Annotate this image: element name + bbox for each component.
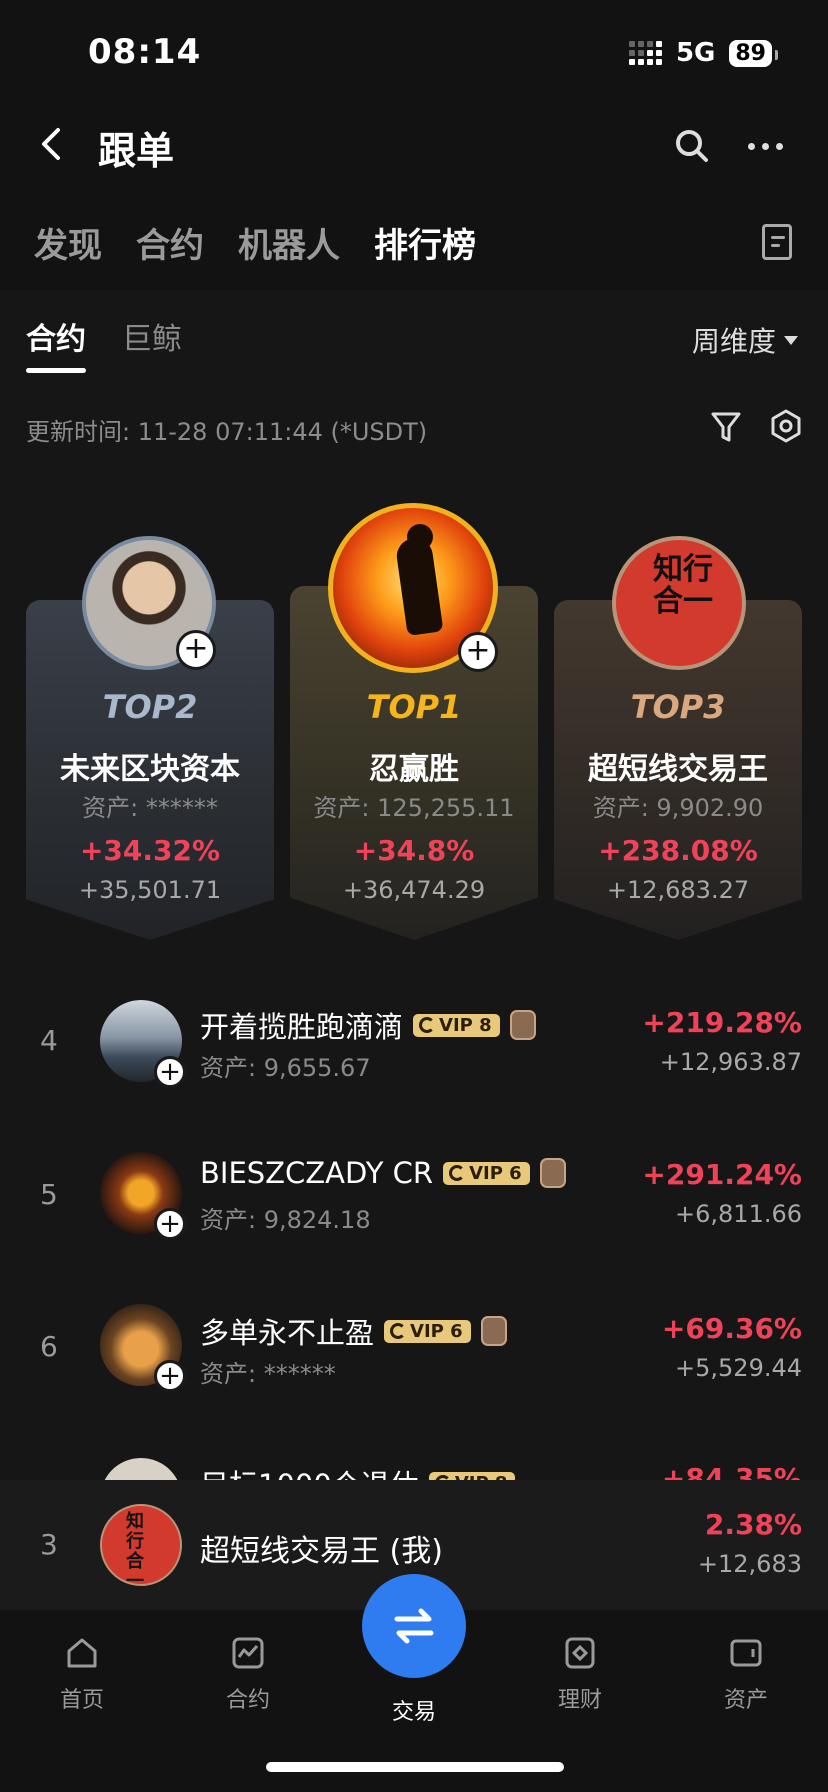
document-icon[interactable] — [762, 224, 792, 260]
top3-asset: 资产: 9,902.90 — [592, 794, 764, 822]
nav-finance[interactable]: 理财 — [520, 1636, 640, 1714]
vip-label: VIP 6 — [410, 1320, 463, 1342]
nav-label: 理财 — [557, 1688, 602, 1713]
top2-asset: 资产: ****** — [82, 794, 218, 822]
vip-badge: VIP 6 — [443, 1161, 530, 1185]
row-name: BIESZCZADY CR VIP 6 — [200, 1156, 566, 1190]
trade-button[interactable] — [362, 1574, 466, 1678]
period-label: 周维度 — [691, 325, 776, 358]
battery-icon: 89 — [729, 39, 778, 67]
my-rank: 3 — [40, 1528, 58, 1561]
seal-text: 知行合一 — [653, 552, 713, 619]
top2-label: TOP2 — [102, 688, 198, 726]
top1-name: 忍赢胜 — [369, 752, 459, 787]
row-pnl-amt: +5,529.44 — [675, 1354, 802, 1382]
tab-robot[interactable]: 机器人 — [238, 218, 340, 267]
search-icon[interactable] — [674, 128, 710, 164]
follow-plus-icon[interactable]: + — [154, 1360, 186, 1392]
nav-contract[interactable]: 合约 — [188, 1636, 308, 1714]
assets-icon — [730, 1639, 762, 1667]
row-name: 多单永不止盈 VIP 6 — [200, 1310, 507, 1352]
vip-badge: VIP 8 — [413, 1013, 500, 1037]
shield-badge-icon — [480, 1316, 507, 1346]
vip-badge: VIP 6 — [384, 1319, 471, 1343]
top1-pnl-amt: +36,474.29 — [342, 876, 486, 904]
nav-trade-label[interactable]: 交易 — [354, 1694, 474, 1726]
settings-icon[interactable] — [768, 408, 804, 444]
my-avatar[interactable]: 知行合一 — [100, 1504, 182, 1586]
vip-icon — [449, 1165, 466, 1181]
row-asset: 资产: 9,655.67 — [200, 1054, 371, 1082]
row-rank: 5 — [40, 1178, 58, 1211]
caret-down-icon — [784, 335, 798, 345]
row-pnl-pct: +291.24% — [642, 1158, 802, 1191]
top3-name: 超短线交易王 — [588, 752, 768, 787]
nav-label: 合约 — [225, 1688, 270, 1713]
top1-asset: 资产: 125,255.11 — [313, 794, 515, 822]
network-label: 5G — [675, 38, 716, 68]
back-icon[interactable] — [36, 124, 66, 164]
tab-contract[interactable]: 合约 — [136, 218, 204, 267]
subtab-contract[interactable]: 合约 — [26, 314, 86, 358]
top3-pnl-amt: +12,683.27 — [606, 876, 750, 904]
top1-label: TOP1 — [366, 688, 462, 726]
status-time: 08:14 — [88, 32, 202, 72]
vip-label: VIP 6 — [469, 1162, 522, 1184]
row-pnl-amt: +12,963.87 — [659, 1048, 802, 1076]
top2-name: 未来区块资本 — [60, 752, 240, 787]
page-title: 跟单 — [98, 129, 175, 173]
subtab-whale[interactable]: 巨鲸 — [122, 314, 182, 358]
row-pnl-amt: +6,811.66 — [675, 1200, 802, 1228]
subtab-underline — [26, 368, 86, 373]
row-asset: 资产: ****** — [200, 1360, 336, 1388]
nav-label: 资产 — [723, 1688, 768, 1713]
follow-plus-icon[interactable]: + — [154, 1056, 186, 1088]
follow-plus-icon[interactable]: + — [458, 632, 498, 672]
swap-icon — [394, 1608, 434, 1644]
my-pnl-amt: +12,683 — [697, 1550, 802, 1578]
my-pnl-pct: 2.38% — [704, 1508, 802, 1541]
status-indicators: 5G 89 — [628, 38, 778, 68]
trader-name: 多单永不止盈 — [200, 1316, 375, 1350]
period-dropdown[interactable]: 周维度 — [692, 320, 798, 360]
row-rank: 4 — [40, 1024, 58, 1057]
sub-tabs: 合约 巨鲸 — [26, 314, 182, 358]
row-asset: 资产: 9,824.18 — [200, 1206, 371, 1234]
avatar-top3[interactable]: 知行合一 — [612, 536, 746, 670]
vip-label: VIP 8 — [439, 1014, 492, 1036]
nav-label: 首页 — [59, 1688, 104, 1713]
my-name: 超短线交易王 (我) — [200, 1534, 443, 1569]
row-rank: 6 — [40, 1330, 58, 1363]
wallet-diamond-icon — [565, 1637, 595, 1669]
signal-icon — [628, 41, 662, 65]
top3-label: TOP3 — [630, 688, 726, 726]
home-icon — [67, 1638, 97, 1668]
follow-plus-icon[interactable]: + — [176, 630, 216, 670]
row-name: 开着揽胜跑滴滴 VIP 8 — [200, 1004, 536, 1046]
top-tabs: 发现 合约 机器人 排行榜 — [34, 218, 476, 267]
trader-name: BIESZCZADY CR — [200, 1156, 434, 1190]
vip-icon — [390, 1323, 407, 1339]
chart-icon — [232, 1637, 264, 1669]
follow-plus-icon[interactable]: + — [154, 1208, 186, 1240]
tab-discover[interactable]: 发现 — [34, 218, 102, 267]
update-time: 更新时间: 11-28 07:11:44 (*USDT) — [26, 418, 428, 446]
top3-pnl-pct: +238.08% — [598, 834, 758, 867]
filter-icon[interactable] — [710, 410, 742, 444]
my-seal-text: 知行合一 — [126, 1511, 144, 1586]
shield-badge-icon — [539, 1158, 566, 1188]
top1-pnl-pct: +34.8% — [353, 834, 475, 867]
nav-home[interactable]: 首页 — [22, 1636, 142, 1714]
trader-name: 开着揽胜跑滴滴 — [200, 1010, 404, 1044]
top2-pnl-pct: +34.32% — [79, 834, 221, 867]
tab-leaderboard[interactable]: 排行榜 — [374, 218, 476, 267]
row-pnl-pct: +69.36% — [661, 1312, 802, 1345]
top2-pnl-amt: +35,501.71 — [78, 876, 222, 904]
nav-assets[interactable]: 资产 — [686, 1636, 806, 1714]
home-indicator[interactable] — [266, 1762, 564, 1772]
shield-badge-icon — [509, 1010, 536, 1040]
more-icon[interactable] — [748, 143, 783, 150]
vip-icon — [419, 1017, 436, 1033]
row-pnl-pct: +219.28% — [642, 1006, 802, 1039]
